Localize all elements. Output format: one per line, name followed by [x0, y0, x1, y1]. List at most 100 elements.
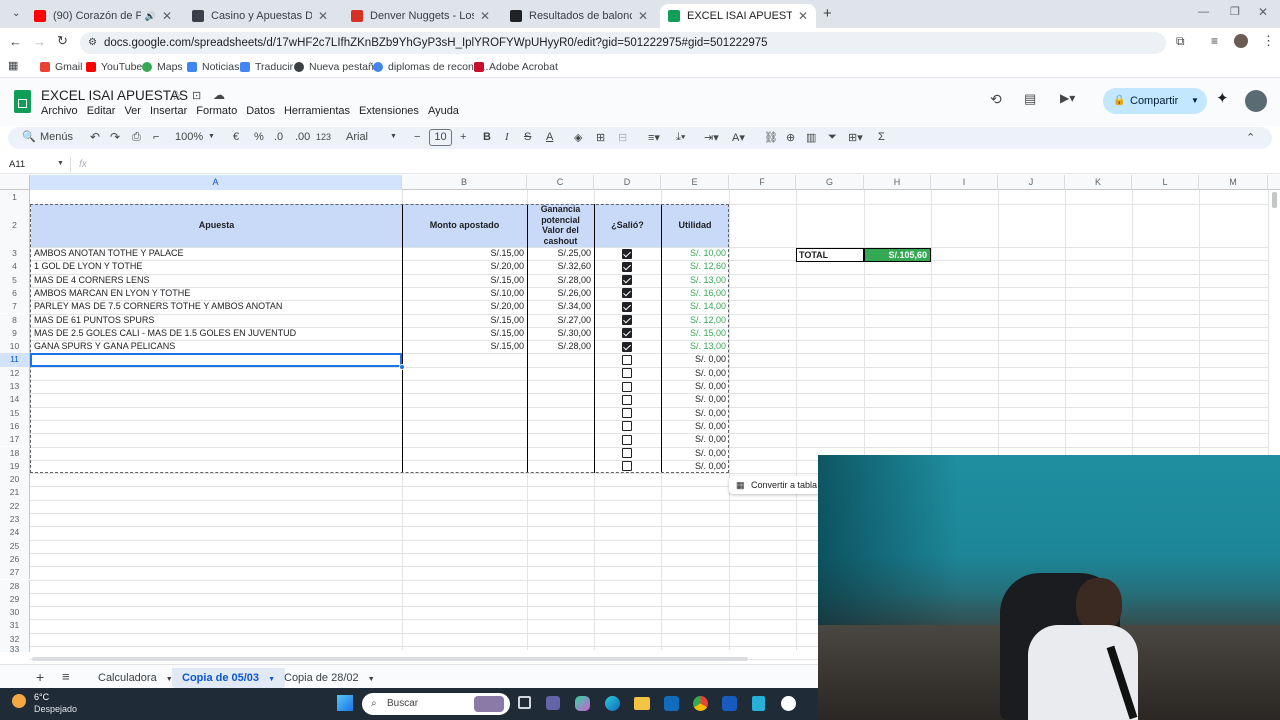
close-tab-icon[interactable]: ✕ — [638, 9, 648, 23]
search-menus-icon[interactable]: 🔍 — [22, 130, 36, 143]
edge-icon[interactable] — [605, 696, 620, 711]
zoom-select[interactable]: 100% — [175, 131, 203, 143]
header-salio[interactable]: ¿Salió? — [594, 219, 661, 232]
account-avatar[interactable] — [1245, 90, 1267, 112]
browser-tab-2[interactable]: Casino y Apuestas Deportivas C ✕ — [184, 4, 336, 28]
forward-icon[interactable]: → — [33, 34, 46, 49]
close-tab-icon[interactable]: ✕ — [318, 9, 328, 23]
empty-profit[interactable]: S/. 0,00 — [661, 380, 729, 393]
merge-cells-icon[interactable]: ⊟ — [618, 131, 627, 144]
bet-potential[interactable]: S/.26,00 — [527, 287, 594, 300]
salio-checkbox[interactable] — [622, 381, 632, 392]
bet-stake[interactable]: S/.15,00 — [402, 314, 527, 327]
close-tab-icon[interactable]: ✕ — [480, 9, 490, 23]
print-icon[interactable]: ⎙ — [132, 131, 141, 144]
bet-potential[interactable]: S/.28,00 — [527, 340, 594, 353]
column-header-b[interactable]: B — [402, 175, 527, 190]
row-header[interactable]: 3 — [0, 247, 30, 261]
salio-checkbox[interactable] — [622, 448, 632, 458]
back-icon[interactable]: ← — [9, 34, 22, 49]
comments-icon[interactable]: ▤ — [1024, 91, 1036, 107]
bet-stake[interactable]: S/.15,00 — [402, 247, 527, 260]
increase-decimal-button[interactable]: .00 — [295, 131, 310, 143]
bet-potential[interactable]: S/.25,00 — [527, 247, 594, 260]
bet-profit[interactable]: S/. 16,00 — [661, 287, 729, 300]
bet-name[interactable]: MAS DE 4 CORNERS LENS — [31, 274, 402, 287]
apps-grid-icon[interactable]: ▦ — [8, 59, 18, 72]
menu-editar[interactable]: Editar — [87, 105, 116, 117]
file-explorer-icon[interactable] — [634, 697, 650, 710]
bet-stake[interactable]: S/.15,00 — [402, 327, 527, 340]
history-icon[interactable]: ⟲ — [990, 91, 1002, 108]
close-tab-icon[interactable]: ✕ — [162, 9, 172, 23]
fill-color-icon[interactable]: ◈ — [574, 131, 582, 144]
salio-checkbox[interactable] — [622, 434, 632, 445]
weather-icon[interactable] — [12, 694, 26, 708]
column-header-l[interactable]: L — [1132, 175, 1199, 190]
row-header[interactable]: 2 — [0, 204, 30, 247]
row-header[interactable]: 11 — [0, 353, 30, 367]
header-apuesta[interactable]: Apuesta — [31, 219, 402, 232]
copilot-icon[interactable] — [575, 696, 590, 711]
strikethrough-icon[interactable]: S — [524, 131, 531, 143]
number-format-button[interactable]: 123 — [316, 132, 331, 142]
browser-tab-4[interactable]: Resultados de baloncesto en vi ✕ — [502, 4, 656, 28]
bet-potential[interactable]: S/.30,00 — [527, 327, 594, 340]
share-button[interactable]: 🔒 Compartir ▼ — [1103, 88, 1207, 114]
salio-checkbox[interactable] — [622, 421, 632, 432]
row-header[interactable]: 5 — [0, 273, 30, 287]
italic-icon[interactable]: I — [505, 131, 509, 143]
bet-profit[interactable]: S/. 12,60 — [661, 260, 729, 273]
text-rotation-icon[interactable]: A▾ — [732, 131, 745, 144]
row-header[interactable]: 6 — [0, 286, 30, 301]
sheet-tab-copia-28-02[interactable]: Copia de 28/02 ▼ — [274, 668, 385, 688]
collapse-toolbar-icon[interactable]: ⌃ — [1246, 131, 1255, 144]
salio-checkbox[interactable] — [622, 261, 632, 272]
row-header[interactable]: 1 — [0, 190, 30, 204]
bold-icon[interactable]: B — [483, 131, 491, 143]
select-all-corner[interactable] — [0, 175, 30, 190]
chevron-down-icon[interactable]: ▼ — [1191, 88, 1199, 114]
row-header[interactable]: 19 — [0, 459, 30, 474]
menu-ver[interactable]: Ver — [124, 105, 141, 117]
row-header[interactable]: 29 — [0, 592, 30, 607]
bookmark-youtube[interactable]: YouTube — [86, 61, 142, 73]
menu-ayuda[interactable]: Ayuda — [428, 105, 459, 117]
menu-insertar[interactable]: Insertar — [150, 105, 187, 117]
bet-profit[interactable]: S/. 15,00 — [661, 327, 729, 340]
doc-title[interactable]: EXCEL ISAI APUESTAS — [41, 88, 188, 103]
column-header-e[interactable]: E — [661, 175, 729, 190]
vertical-scrollbar[interactable] — [1272, 192, 1277, 208]
row-header[interactable]: 13 — [0, 380, 30, 394]
bookmark-noticias[interactable]: Noticias — [187, 61, 239, 73]
bet-potential[interactable]: S/.27,00 — [527, 314, 594, 327]
sheets-logo-icon[interactable] — [14, 90, 31, 113]
salio-checkbox[interactable] — [622, 275, 632, 286]
row-header[interactable]: 24 — [0, 526, 30, 540]
name-box-chevron-icon[interactable]: ▼ — [57, 160, 64, 167]
column-header-i[interactable]: I — [931, 175, 998, 190]
url-field[interactable]: ⚙ docs.google.com/spreadsheets/d/17wHF2c… — [80, 32, 1166, 54]
name-box[interactable]: A11 — [9, 159, 25, 170]
teams-icon[interactable] — [546, 696, 560, 710]
profile-avatar[interactable] — [1234, 34, 1248, 48]
empty-profit[interactable]: S/. 0,00 — [661, 460, 729, 473]
menu-herramientas[interactable]: Herramientas — [284, 105, 350, 117]
chart-icon[interactable]: ▥ — [806, 131, 816, 144]
filter-views-icon[interactable]: ⊞▾ — [848, 131, 863, 144]
close-window-icon[interactable]: ✕ — [1258, 5, 1268, 19]
browser-tab-1[interactable]: (90) Corazón de Piedra - To🔊 ✕ — [26, 4, 180, 28]
column-header-j[interactable]: J — [998, 175, 1065, 190]
bet-potential[interactable]: S/.32,60 — [527, 260, 594, 273]
column-header-g[interactable]: G — [796, 175, 864, 190]
row-header[interactable]: 4 — [0, 260, 30, 274]
formula-input[interactable] — [92, 157, 1262, 172]
row-header[interactable]: 16 — [0, 419, 30, 434]
column-header-k[interactable]: K — [1065, 175, 1132, 190]
search-menus-label[interactable]: Menús — [40, 131, 73, 143]
undo-icon[interactable]: ↶ — [90, 130, 100, 144]
empty-profit[interactable]: S/. 0,00 — [661, 420, 729, 433]
salio-checkbox[interactable] — [622, 248, 632, 259]
bet-name[interactable]: AMBOS ANOTAN TOTHE Y PALACE — [31, 247, 402, 260]
star-icon[interactable]: ☆ — [171, 88, 183, 104]
